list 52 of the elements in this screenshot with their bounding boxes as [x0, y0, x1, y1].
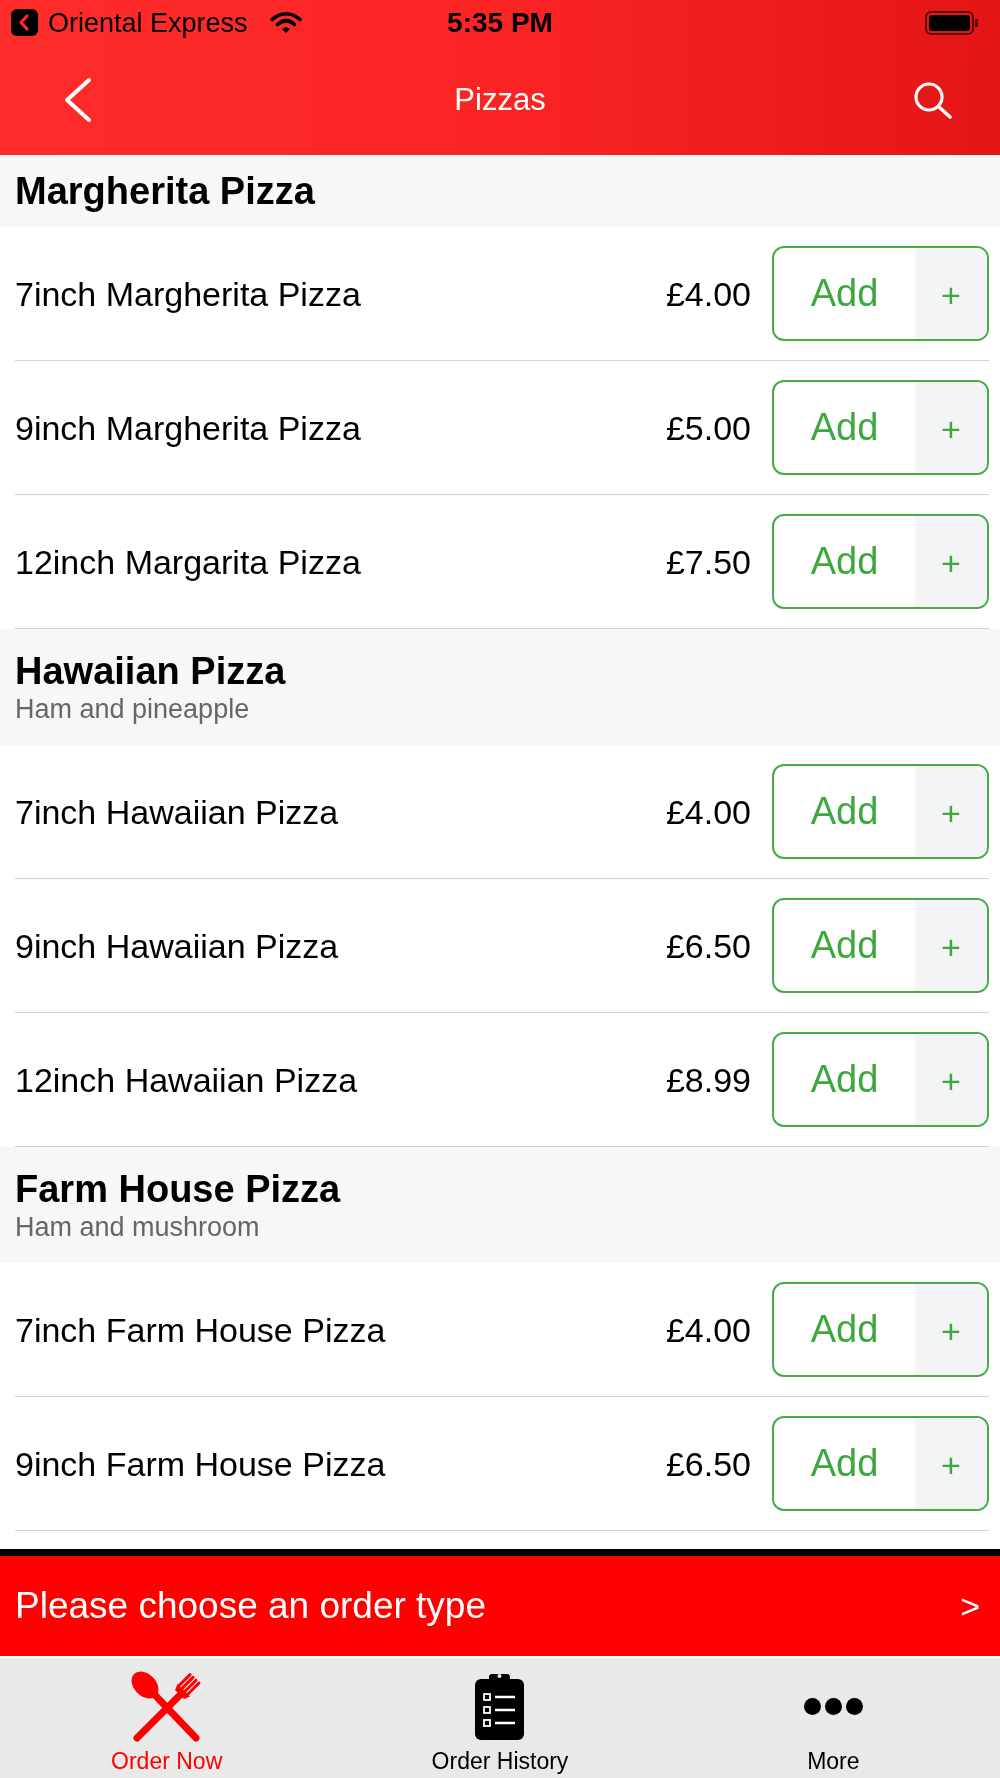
add-button[interactable]: Add + [772, 1032, 989, 1127]
tab-bar-item[interactable]: Order Now [0, 1658, 334, 1778]
wifi-icon [269, 11, 302, 34]
section-title: Hawaiian Pizza [15, 649, 286, 693]
more-icon [803, 1697, 863, 1715]
plus-button[interactable]: + [915, 516, 987, 607]
item-price: £5.00 [665, 407, 751, 448]
item-price: £4.00 [665, 1309, 751, 1350]
item-name: 12inch Margarita Pizza [15, 542, 361, 581]
back-icon[interactable] [63, 77, 93, 123]
item-name: 7inch Margherita Pizza [15, 274, 361, 313]
item-name: 9inch Hawaiian Pizza [15, 926, 339, 965]
item-price: £6.50 [665, 1443, 751, 1484]
order-type-button[interactable]: Please choose an order type > [0, 1556, 1000, 1656]
section-title: Margherita Pizza [15, 169, 315, 213]
tab-bar-item[interactable]: Order History [333, 1658, 667, 1778]
clipboard-icon [475, 1672, 525, 1740]
section-description: Ham and mushroom [15, 1211, 260, 1243]
item-name: 12inch Hawaiian Pizza [15, 1060, 358, 1099]
item-name: 7inch Farm House Pizza [15, 1310, 386, 1349]
tab-bar-item[interactable]: More [666, 1658, 1000, 1778]
chevron-icon: > [960, 1586, 980, 1626]
section-description: Ham and pineapple [15, 693, 250, 725]
item-price: £4.00 [665, 791, 751, 832]
search-icon[interactable] [913, 81, 953, 119]
plus-button[interactable]: + [915, 766, 987, 857]
add-button[interactable]: Add + [772, 1282, 989, 1377]
back-icon[interactable] [11, 9, 38, 36]
item-price: £4.00 [665, 273, 751, 314]
status-time: 5:35 PM [447, 6, 553, 39]
page-title: Pizzas [454, 82, 546, 118]
add-button[interactable]: Add + [772, 898, 989, 993]
plus-button[interactable]: + [915, 382, 987, 473]
section-title: Farm House Pizza [15, 1167, 341, 1211]
item-name: 9inch Farm House Pizza [15, 1444, 386, 1483]
back-to-app-link[interactable]: Oriental Express [48, 6, 248, 39]
plus-button[interactable]: + [915, 900, 987, 991]
plus-button[interactable]: + [915, 248, 987, 339]
item-price: £6.50 [665, 925, 751, 966]
add-button[interactable]: Add + [772, 380, 989, 475]
item-price: £8.99 [665, 1059, 751, 1100]
item-price: £7.50 [665, 541, 751, 582]
plus-button[interactable]: + [915, 1034, 987, 1125]
add-button[interactable]: Add + [772, 764, 989, 859]
add-button[interactable]: Add + [772, 246, 989, 341]
item-name: 9inch Margherita Pizza [15, 408, 361, 447]
add-button[interactable]: Add + [772, 1416, 989, 1511]
battery-icon [925, 10, 979, 35]
plus-button[interactable]: + [915, 1284, 987, 1375]
item-name: 7inch Hawaiian Pizza [15, 792, 339, 831]
add-button[interactable]: Add + [772, 514, 989, 609]
plus-button[interactable]: + [915, 1418, 987, 1509]
